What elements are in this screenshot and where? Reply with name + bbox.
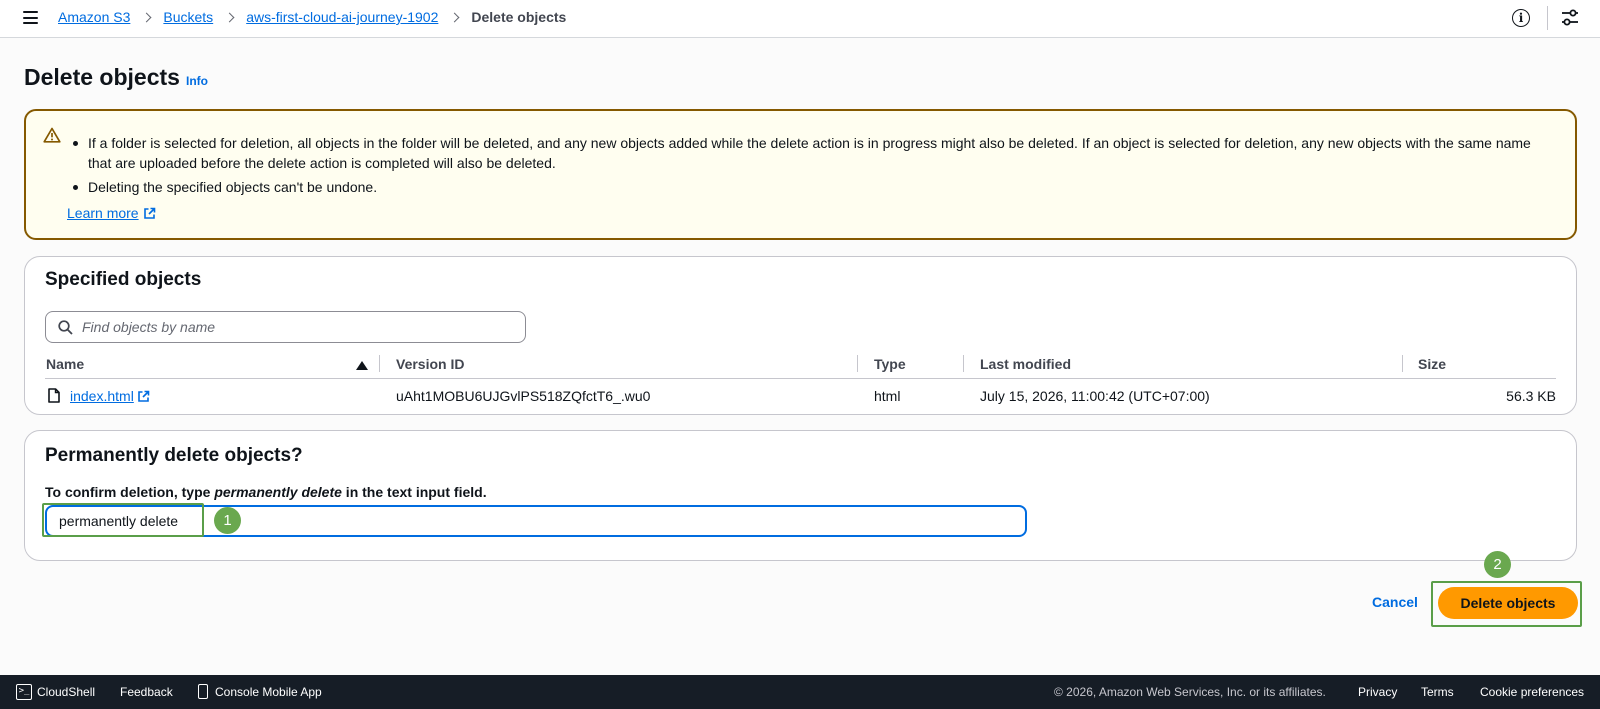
- confirm-label-emphasis: permanently delete: [214, 484, 342, 500]
- object-size: 56.3 KB: [1506, 388, 1556, 404]
- menu-icon[interactable]: [23, 11, 38, 24]
- cookie-preferences-link[interactable]: Cookie preferences: [1480, 685, 1584, 699]
- object-link[interactable]: index.html: [70, 388, 150, 404]
- copyright-text: © 2026, Amazon Web Services, Inc. or its…: [1054, 685, 1326, 699]
- warning-icon: [43, 127, 61, 143]
- chevron-right-icon: [141, 12, 152, 22]
- warning-item: If a folder is selected for deletion, al…: [73, 133, 1558, 173]
- external-link-icon: [138, 390, 150, 402]
- confirm-label-prefix: To confirm deletion, type: [45, 484, 215, 500]
- delete-objects-button[interactable]: Delete objects: [1438, 587, 1578, 619]
- objects-table: Name Version ID Type Last modified Size …: [45, 349, 1556, 415]
- column-name[interactable]: Name: [46, 356, 84, 372]
- external-link-icon: [143, 207, 155, 219]
- chevron-right-icon: [449, 12, 460, 22]
- learn-more-link[interactable]: Learn more: [67, 205, 156, 221]
- breadcrumb: Amazon S3 Buckets aws-first-cloud-ai-jou…: [58, 9, 566, 25]
- sort-ascending-icon[interactable]: [356, 361, 368, 370]
- breadcrumb-buckets[interactable]: Buckets: [163, 9, 213, 25]
- table-header: Name Version ID Type Last modified Size: [45, 349, 1556, 379]
- privacy-link[interactable]: Privacy: [1358, 685, 1397, 699]
- info-link[interactable]: Info: [186, 74, 208, 88]
- confirm-label-suffix: in the text input field.: [341, 484, 487, 500]
- learn-more-label: Learn more: [67, 205, 139, 221]
- mobile-phone-icon: [198, 684, 208, 699]
- confirm-delete-input[interactable]: [59, 507, 1009, 535]
- confirm-title: Permanently delete objects?: [45, 445, 303, 466]
- file-icon: [48, 388, 60, 403]
- settings-icon[interactable]: [1561, 8, 1579, 28]
- divider: [1547, 6, 1548, 30]
- specified-objects-panel: Specified objects Name Version ID Type L…: [24, 256, 1577, 415]
- cloudshell-icon[interactable]: >_: [16, 684, 32, 700]
- step-1-badge: 1: [214, 507, 241, 534]
- breadcrumb-current: Delete objects: [471, 9, 567, 25]
- column-divider: [1402, 355, 1403, 372]
- warning-alert: If a folder is selected for deletion, al…: [24, 109, 1577, 240]
- confirm-instructions: To confirm deletion, type permanently de…: [45, 484, 487, 500]
- search-icon: [58, 320, 73, 335]
- column-divider: [963, 355, 964, 372]
- object-last-modified: July 15, 2026, 11:00:42 (UTC+07:00): [980, 388, 1210, 404]
- feedback-link[interactable]: Feedback: [120, 685, 173, 699]
- object-name: index.html: [70, 388, 134, 404]
- confirm-input-wrapper: [45, 505, 1027, 537]
- footer: >_ CloudShell Feedback Console Mobile Ap…: [0, 675, 1600, 709]
- search-input[interactable]: [82, 312, 522, 342]
- warning-list: If a folder is selected for deletion, al…: [73, 133, 1558, 201]
- table-row: index.html uAht1MOBU6UJGvlPS518ZQfctT6_.…: [45, 379, 1556, 415]
- column-version-id[interactable]: Version ID: [396, 356, 464, 372]
- breadcrumb-bucket-name[interactable]: aws-first-cloud-ai-journey-1902: [246, 9, 438, 25]
- column-last-modified[interactable]: Last modified: [980, 356, 1071, 372]
- warning-item: Deleting the specified objects can't be …: [73, 177, 1558, 197]
- chevron-right-icon: [224, 12, 235, 22]
- page-title: Delete objects: [24, 64, 180, 90]
- breadcrumb-amazon-s3[interactable]: Amazon S3: [58, 9, 130, 25]
- terms-link[interactable]: Terms: [1421, 685, 1454, 699]
- cloudshell-link[interactable]: CloudShell: [37, 685, 95, 699]
- confirm-delete-panel: Permanently delete objects? To confirm d…: [24, 430, 1577, 561]
- column-divider: [857, 355, 858, 372]
- column-divider: [379, 355, 380, 372]
- object-type: html: [874, 388, 901, 404]
- info-icon[interactable]: i: [1512, 9, 1530, 27]
- step-2-badge: 2: [1484, 551, 1511, 578]
- console-mobile-app-link[interactable]: Console Mobile App: [215, 685, 322, 699]
- top-navigation-bar: Amazon S3 Buckets aws-first-cloud-ai-jou…: [0, 0, 1600, 38]
- object-version-id: uAht1MOBU6UJGvlPS518ZQfctT6_.wu0: [396, 388, 651, 404]
- specified-objects-title: Specified objects: [45, 269, 202, 290]
- column-size[interactable]: Size: [1418, 356, 1446, 372]
- search-box: [45, 311, 526, 343]
- cancel-button[interactable]: Cancel: [1372, 594, 1418, 610]
- column-type[interactable]: Type: [874, 356, 906, 372]
